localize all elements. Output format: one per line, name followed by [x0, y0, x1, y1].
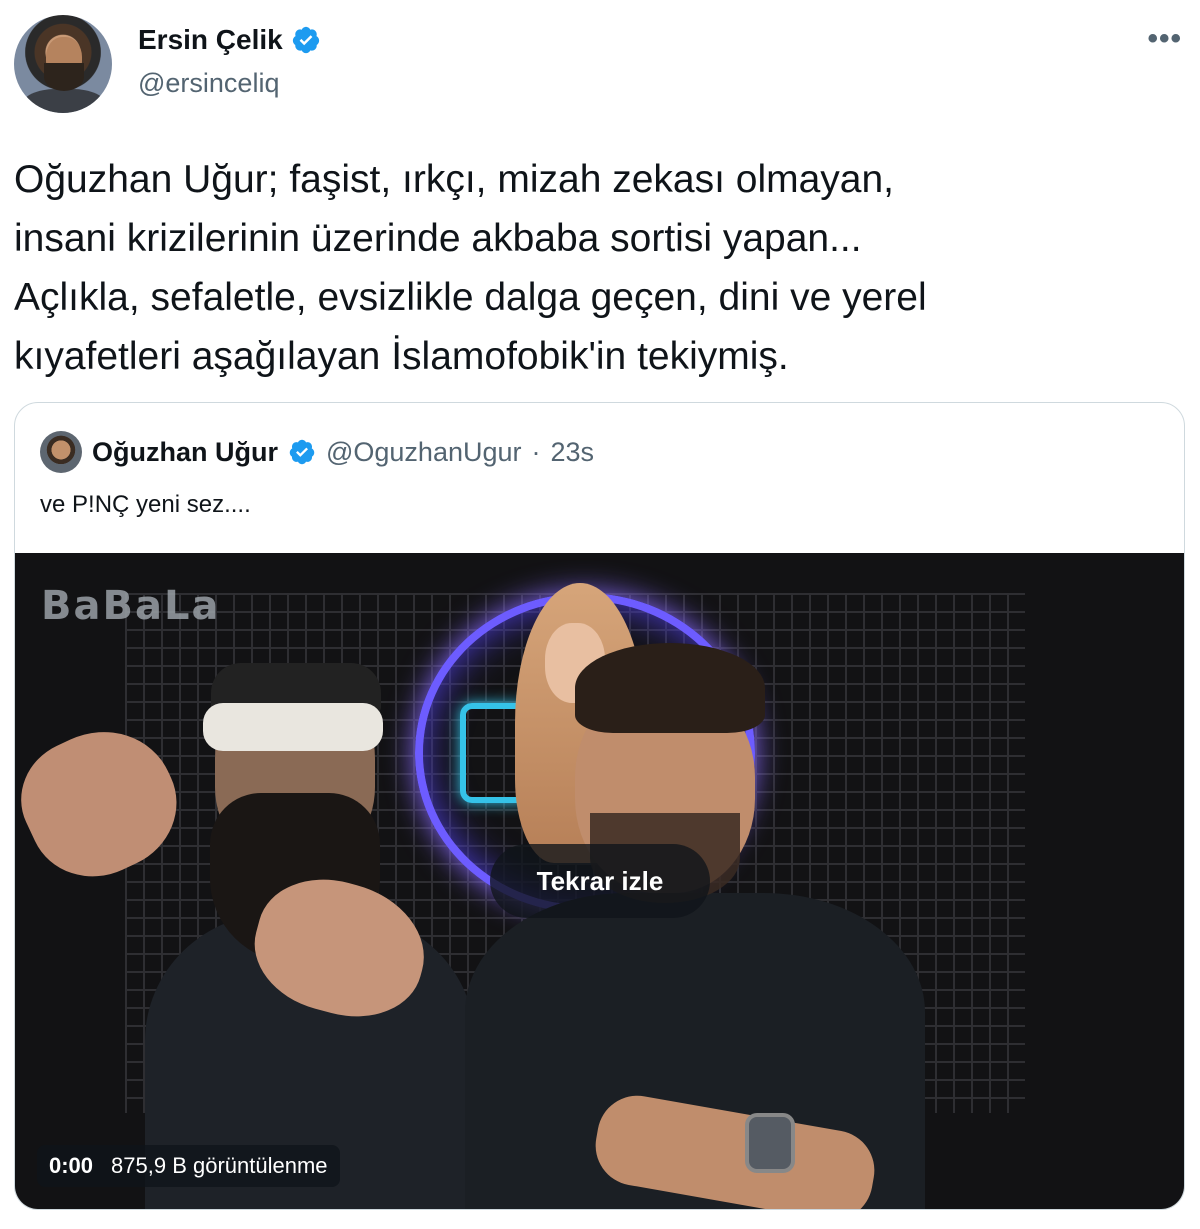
video-person-right — [465, 643, 925, 1209]
author-display-name[interactable]: Ersin Çelik — [138, 24, 283, 56]
more-horizontal-icon[interactable]: ••• — [1147, 24, 1182, 54]
tweet-line: Oğuzhan Uğur; faşist, ırkçı, mizah zekas… — [14, 158, 895, 201]
tweet-line: insani krizilerinin üzerinde akbaba sort… — [14, 217, 862, 260]
quoted-tweet-header: Oğuzhan Uğur @OguzhanUgur · 23s — [40, 431, 594, 473]
quoted-author-display-name[interactable]: Oğuzhan Uğur — [92, 437, 278, 468]
brand-watermark: BaBaLa — [41, 583, 221, 629]
author-name-row: Ersin Çelik — [138, 24, 321, 56]
author-avatar[interactable] — [14, 15, 112, 113]
author-handle[interactable]: @ersinceliq — [138, 68, 279, 99]
tweet-text: Oğuzhan Uğur; faşist, ırkçı, mizah zekas… — [14, 150, 1184, 386]
right-person-hair — [575, 643, 765, 733]
verified-badge-icon — [289, 439, 315, 465]
quoted-author-avatar[interactable] — [40, 431, 82, 473]
video-view-count: 875,9 B görüntülenme — [111, 1153, 328, 1178]
avatar-shirt — [22, 89, 106, 113]
tweet-header: Ersin Çelik @ersinceliq ••• — [0, 0, 1200, 120]
video-stats-overlay: 0:00 875,9 B görüntülenme — [37, 1145, 340, 1187]
wristwatch — [745, 1113, 795, 1173]
replay-button[interactable]: Tekrar izle — [490, 844, 710, 918]
tweet-line: kıyafetleri aşağılayan İslamofobik'in te… — [14, 335, 789, 378]
verified-badge-icon — [292, 26, 319, 54]
quoted-tweet-text: ve P!NÇ yeni sez.... — [40, 491, 251, 518]
left-person-headband — [203, 703, 383, 751]
quoted-tweet-time[interactable]: 23s — [551, 437, 595, 468]
tweet-line: Açlıkla, sefaletle, evsizlikle dalga geç… — [14, 276, 927, 319]
quoted-tweet[interactable]: Oğuzhan Uğur @OguzhanUgur · 23s ve P!NÇ … — [14, 402, 1185, 1210]
meta-separator: · — [531, 436, 541, 467]
quoted-author-handle[interactable]: @OguzhanUgur — [326, 437, 522, 468]
video-current-time: 0:00 — [49, 1153, 94, 1178]
video-player[interactable]: BaBaLa Tekrar izle 0:00 875,9 B görüntül… — [15, 553, 1184, 1209]
avatar-beard — [44, 63, 84, 91]
